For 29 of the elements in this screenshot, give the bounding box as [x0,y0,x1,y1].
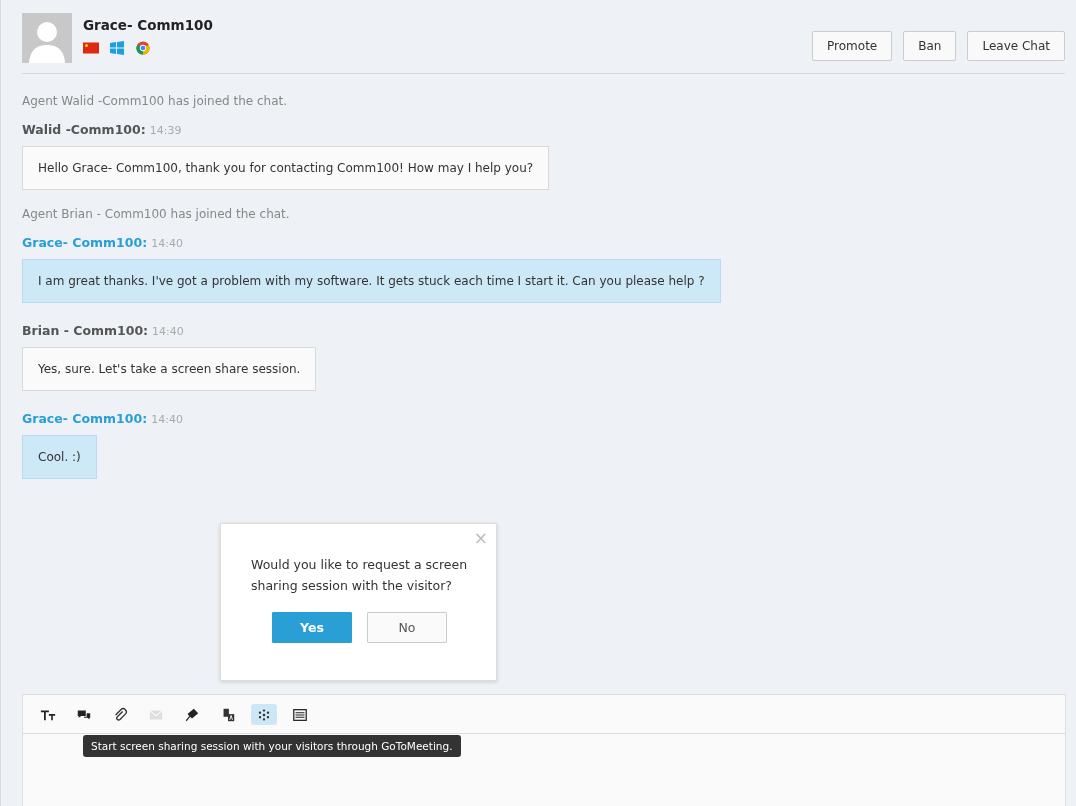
sender-name: Grace- Comm100: [22,235,148,250]
message-bubble: Cool. :) [22,435,97,479]
promote-button[interactable]: Promote [812,31,893,61]
message-bubble: Yes, sure. Let's take a screen share session. [22,347,317,391]
message-bubble: Hello Grace- Comm100, thank you for contacting Comm100! How may I help you? [22,146,550,190]
browser-icon [135,41,151,55]
no-button[interactable]: No [367,612,447,643]
timestamp: 14:39 [149,124,182,137]
avatar-silhouette-icon [22,13,72,63]
system-message: Agent Walid -Comm100 has joined the chat. [22,94,289,108]
tooltip: Start screen sharing session with your visitors through GoToMeeting. [83,735,461,757]
dots-button[interactable] [251,704,277,725]
paperclip-icon [112,706,128,723]
popup-message: Would you like to request a screen sharing session with the visitor? [251,556,469,595]
ban-button[interactable]: Ban [903,31,957,61]
list-icon [292,706,308,723]
timestamp: 14:40 [152,325,184,338]
system-message: Agent Brian - Comm100 has joined the chat. [22,207,291,221]
timestamp: 14:40 [151,237,183,250]
sender-name: Walid -Comm100: [22,122,146,137]
pin-icon [184,706,200,723]
visitor-name: Grace- Comm100 [83,17,213,33]
sender-name: Grace- Comm100: [22,411,148,426]
flag-icon [83,41,99,55]
sender-name: Brian - Comm100: [22,323,149,338]
message-bubble: I am great thanks. I've got a problem with my software. It gets stuck each time I start it. Can you please help ? [22,259,721,303]
timestamp: 14:40 [151,413,183,426]
leave-chat-button[interactable]: Leave Chat [967,31,1065,61]
windows-icon [109,41,125,55]
